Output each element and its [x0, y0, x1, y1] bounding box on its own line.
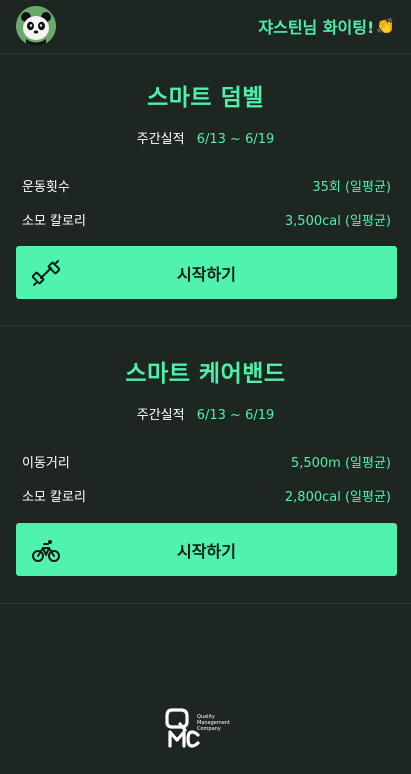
- stat-value: 2,800cal (일평균): [284, 489, 391, 505]
- app-screen: 쟈스틴님 화이팅! 👏 스마트 덤벨 주간실적 6/13 ~ 6/19 운동횟수…: [0, 0, 411, 774]
- greeting: 쟈스틴님 화이팅! 👏: [258, 14, 395, 38]
- weekly-range: 6/13 ~ 6/19: [196, 408, 275, 423]
- stat-row-distance: 이동거리 5,500m (일평균): [0, 444, 411, 478]
- stat-row-exercise-count: 운동횟수 35회 (일평균): [0, 168, 411, 202]
- weekly-summary: 주간실적 6/13 ~ 6/19: [0, 404, 411, 423]
- clapping-hands-icon: 👏: [376, 17, 395, 35]
- section-smart-dumbbell: 스마트 덤벨 주간실적 6/13 ~ 6/19 운동횟수 35회 (일평균) 소…: [0, 78, 411, 236]
- start-button-dumbbell[interactable]: 시작하기: [16, 246, 397, 299]
- stat-value: 3,500cal (일평균): [284, 213, 391, 229]
- start-button-careband[interactable]: 시작하기: [16, 523, 397, 576]
- section-smart-careband: 스마트 케어밴드 주간실적 6/13 ~ 6/19 이동거리 5,500m (일…: [0, 354, 411, 512]
- weekly-range: 6/13 ~ 6/19: [196, 132, 275, 147]
- weekly-label: 주간실적: [136, 132, 185, 147]
- avatar[interactable]: [16, 6, 56, 46]
- stat-label: 소모 칼로리: [22, 213, 86, 229]
- weekly-label: 주간실적: [136, 408, 185, 423]
- weekly-summary: 주간실적 6/13 ~ 6/19: [0, 128, 411, 147]
- section-divider: [0, 325, 411, 326]
- section-title: 스마트 케어밴드: [125, 361, 286, 387]
- section-divider: [0, 603, 411, 604]
- stat-row-calories: 소모 칼로리 2,800cal (일평균): [0, 478, 411, 512]
- qmc-logo-icon: [165, 708, 200, 748]
- start-button-label: 시작하기: [177, 541, 236, 561]
- logo-text: Quality Management Company: [197, 714, 230, 732]
- stat-label: 운동횟수: [22, 179, 70, 195]
- stat-label: 소모 칼로리: [22, 489, 86, 505]
- panda-icon: [16, 6, 56, 46]
- bicycle-icon: [32, 540, 60, 562]
- header-divider: [0, 53, 411, 54]
- dumbbell-icon: [32, 260, 60, 286]
- stat-value: 5,500m (일평균): [290, 455, 391, 471]
- section-title: 스마트 덤벨: [147, 85, 264, 111]
- stat-row-calories: 소모 칼로리 3,500cal (일평균): [0, 202, 411, 236]
- stats-list: 운동횟수 35회 (일평균) 소모 칼로리 3,500cal (일평균): [0, 168, 411, 236]
- qmc-logo: Quality Management Company: [164, 706, 254, 750]
- greeting-text: 쟈스틴님 화이팅!: [258, 18, 375, 37]
- header: 쟈스틴님 화이팅! 👏: [0, 0, 411, 52]
- stat-label: 이동거리: [22, 455, 70, 471]
- logo-text-line: Company: [197, 726, 221, 732]
- stats-list: 이동거리 5,500m (일평균) 소모 칼로리 2,800cal (일평균): [0, 444, 411, 512]
- start-button-label: 시작하기: [177, 264, 236, 284]
- stat-value: 35회 (일평균): [312, 179, 391, 195]
